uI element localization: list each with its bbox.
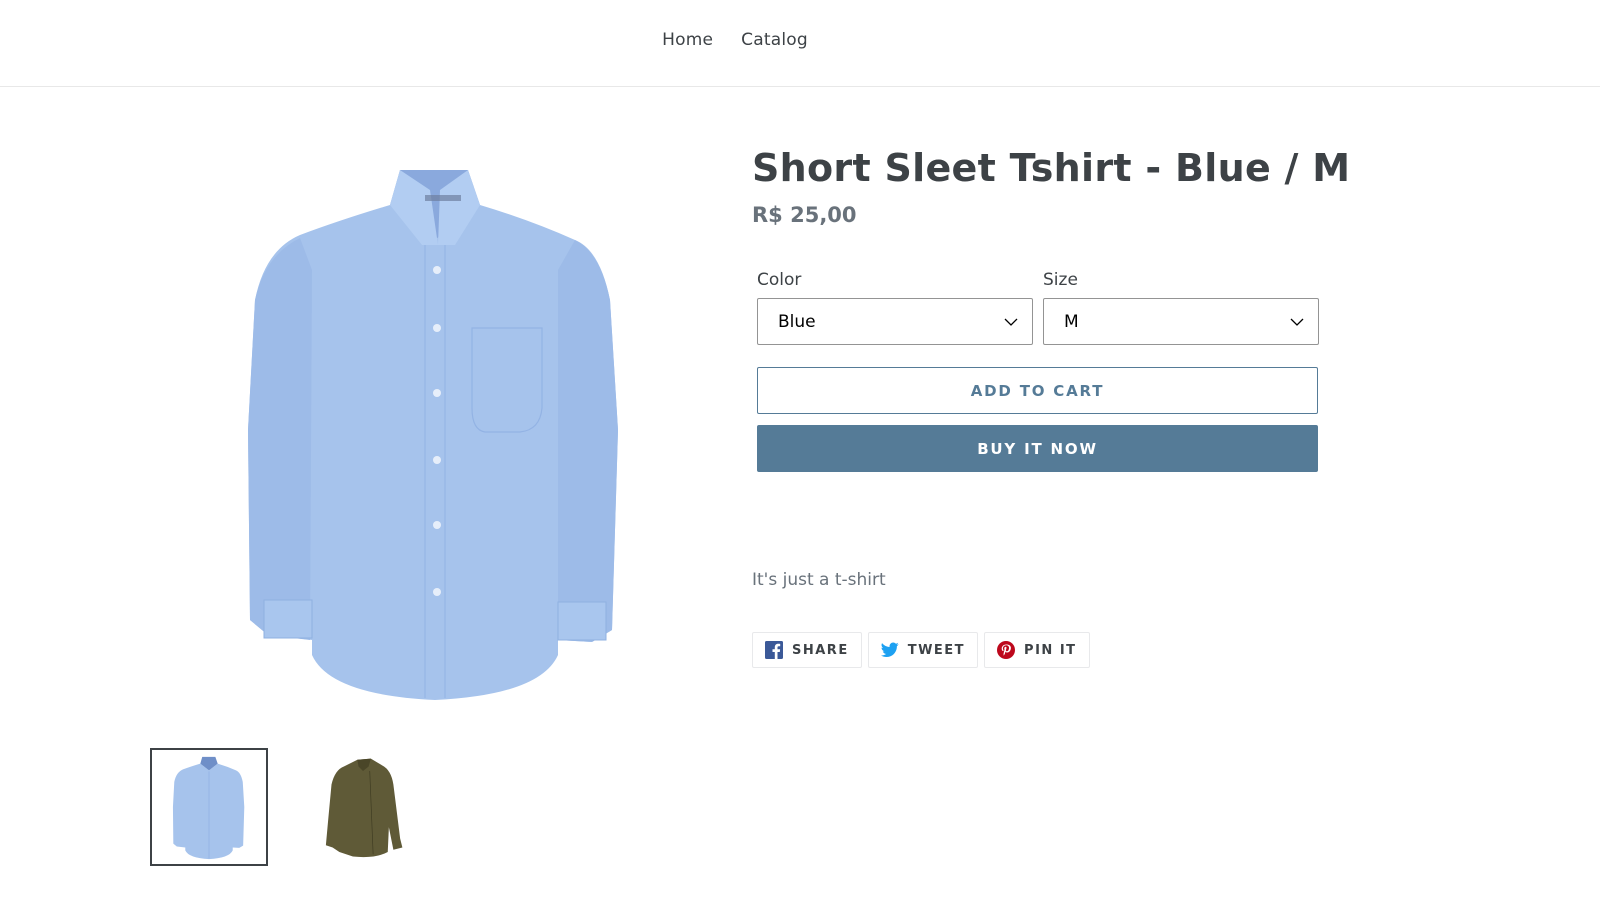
thumbnail-olive-shirt[interactable] [304,748,422,866]
tweet-label: TWEET [907,642,966,658]
size-selector: Size M [1043,270,1319,345]
color-select-value: Blue [778,311,816,332]
facebook-icon [765,641,783,659]
main-nav: Home Catalog [0,30,1600,50]
chevron-down-icon [1004,318,1018,326]
color-selector: Color Blue [757,270,1033,345]
size-label: Size [1043,270,1078,290]
pinterest-icon [997,641,1016,659]
share-pinterest-button[interactable]: PIN IT [984,632,1090,668]
pin-it-label: PIN IT [1024,642,1077,658]
share-label: SHARE [792,642,849,658]
nav-home[interactable]: Home [662,30,713,50]
site-header: Home Catalog [0,0,1600,87]
social-sharing: SHARE TWEET PIN IT [752,632,1096,668]
blue-shirt-image [248,170,618,700]
chevron-down-icon [1290,318,1304,326]
buy-it-now-button[interactable]: BUY IT NOW [757,425,1318,472]
twitter-icon [880,642,899,658]
add-to-cart-button[interactable]: ADD TO CART [757,367,1318,414]
olive-shirt-thumb-image [325,758,403,858]
color-label: Color [757,270,802,290]
thumbnail-blue-shirt[interactable] [150,748,268,866]
share-facebook-button[interactable]: SHARE [752,632,862,668]
thumbnail-list [150,748,422,866]
color-select[interactable]: Blue [757,298,1033,345]
nav-catalog[interactable]: Catalog [741,30,808,50]
product-title: Short Sleet Tshirt - Blue / M [752,146,1351,190]
size-select[interactable]: M [1043,298,1319,345]
product-price: R$ 25,00 [752,203,857,227]
product-description: It's just a t-shirt [752,570,886,590]
share-twitter-button[interactable]: TWEET [867,632,979,668]
blue-shirt-thumb-image [172,756,245,860]
size-select-value: M [1064,311,1079,332]
product-main-image[interactable] [240,150,630,710]
